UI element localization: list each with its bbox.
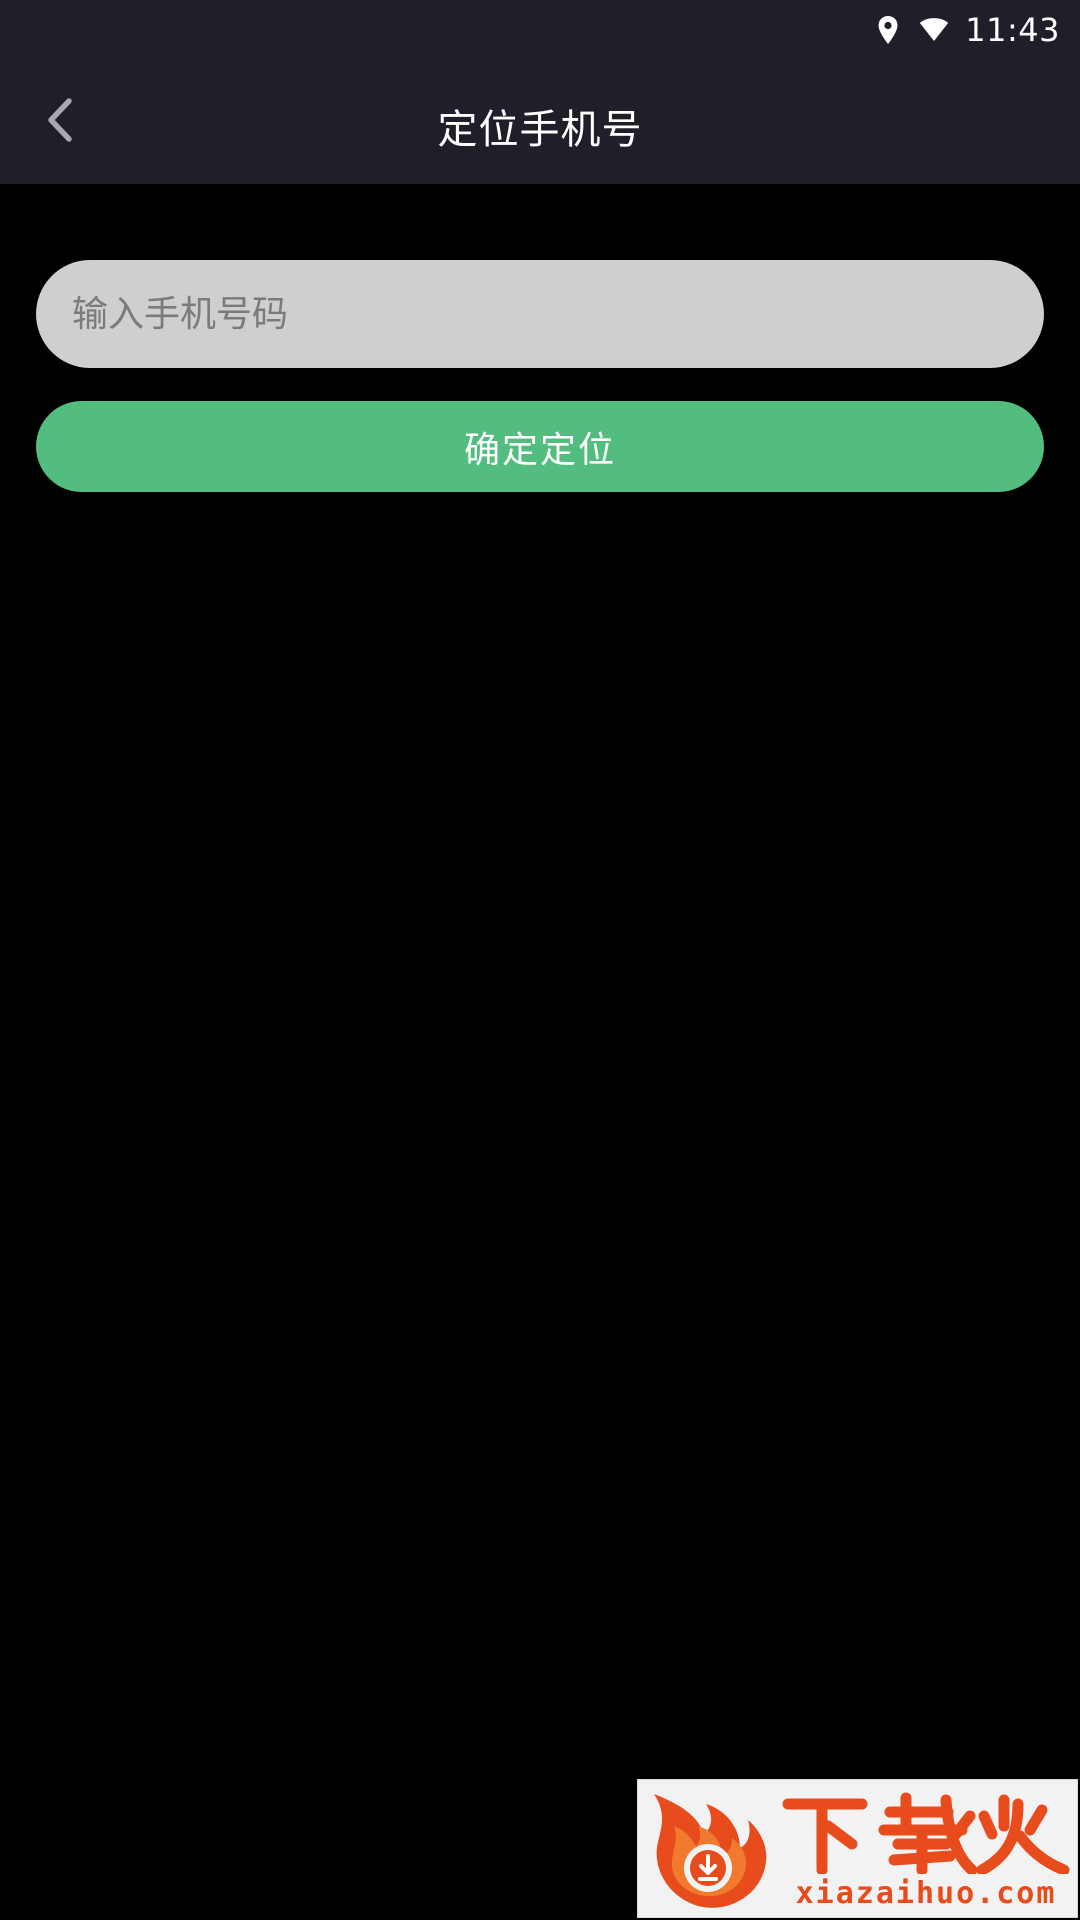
- chevron-left-icon: [46, 97, 74, 147]
- watermark-brand-text: [778, 1790, 1076, 1876]
- phone-screen: 11:43 定位手机号 (function () { var d = JSON.…: [0, 0, 1080, 1920]
- page-title: 定位手机号: [437, 107, 643, 153]
- status-bar: 11:43: [0, 0, 1080, 60]
- flame-logo-icon: [644, 1786, 772, 1914]
- phone-number-input[interactable]: [36, 260, 1044, 368]
- wifi-icon: [919, 15, 949, 45]
- watermark-domain: xiazaihuo.com: [795, 1875, 1057, 1911]
- watermark-badge: xiazaihuo.com: [637, 1779, 1078, 1918]
- confirm-locate-button[interactable]: 确定定位: [36, 401, 1044, 492]
- back-button[interactable]: [34, 92, 86, 152]
- app-header: 定位手机号: [0, 60, 1080, 184]
- location-icon: [873, 15, 903, 45]
- status-time: 11:43: [965, 11, 1060, 49]
